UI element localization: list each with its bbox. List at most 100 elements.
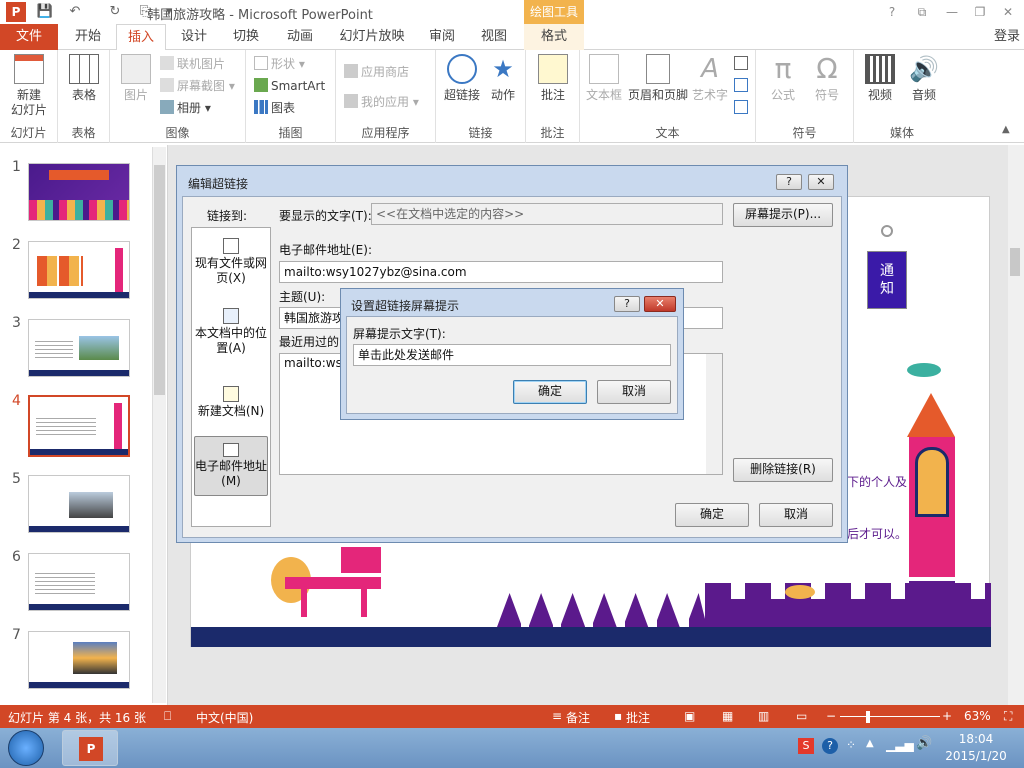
smartart-button[interactable]: SmartArt [254,76,325,96]
zoom-in-icon[interactable]: + [942,709,952,723]
equation-button[interactable]: π 公式 [762,54,804,103]
minimize-icon[interactable]: — [940,2,964,22]
thumbnail-slide-3[interactable] [28,319,130,377]
tray-volume-icon[interactable]: 🔊 [916,736,932,751]
chart-button[interactable]: 图表 [254,98,295,118]
tab-slideshow[interactable]: 幻灯片放映 [330,24,414,50]
header-footer-button[interactable]: 页眉和页脚 [626,54,690,103]
tab-home[interactable]: 开始 [64,24,112,50]
hyperlink-help-button[interactable]: ? [776,174,802,190]
wordart-button[interactable]: A 艺术字 [690,54,730,103]
tab-transitions[interactable]: 切换 [222,24,270,50]
slide-scrollbar[interactable] [1008,145,1024,705]
thumbnail-slide-5[interactable] [28,475,130,533]
zoom-slider[interactable] [840,716,940,717]
thumbnail-slide-1[interactable] [28,163,130,221]
tab-animations[interactable]: 动画 [276,24,324,50]
textbox-button[interactable]: 文本框 [582,54,626,103]
date-time-icon[interactable] [734,56,748,70]
tab-file[interactable]: 文件 [0,24,58,50]
online-pictures-button[interactable]: 联机图片 [160,54,225,74]
zoom-slider-thumb[interactable] [866,711,870,723]
screenshot-button[interactable]: 屏幕截图 ▾ [160,76,235,96]
recent-list-scrollbar[interactable] [706,354,722,474]
audio-button[interactable]: 🔊 音频 [902,54,946,103]
screentip-ok-button[interactable]: 确定 [513,380,587,404]
zoom-level[interactable]: 63% [964,709,991,723]
nav-new-document[interactable]: 新建文档(N) [192,386,270,419]
picture-button[interactable]: 图片 [116,54,156,103]
comments-icon[interactable]: ▪ [614,709,622,723]
hyperlink-close-button[interactable]: ✕ [808,174,834,190]
notice-callout-shape[interactable]: 通 知 [867,251,907,309]
thumbnail-slide-4[interactable] [28,395,130,457]
tab-view[interactable]: 视图 [470,24,518,50]
nav-existing-file[interactable]: 现有文件或网页(X) [192,238,270,286]
tray-sogou-icon[interactable]: S [798,738,814,754]
object-icon[interactable] [734,100,748,114]
taskbar-date[interactable]: 2015/1/20 [938,749,1014,763]
slide-scroll-thumb[interactable] [1010,248,1020,276]
hyperlink-button[interactable]: 超链接 [440,54,484,103]
symbol-button[interactable]: Ω 符号 [806,54,848,103]
tab-format[interactable]: 格式 [524,24,584,50]
tab-design[interactable]: 设计 [170,24,218,50]
nav-email-address[interactable]: 电子邮件地址(M) [194,436,268,496]
remove-link-button[interactable]: 删除链接(R) [733,458,833,482]
screentip-text-input[interactable]: 单击此处发送邮件 [353,344,671,366]
restore-icon[interactable]: ❐ [968,2,992,22]
screentip-button[interactable]: 屏幕提示(P)... [733,203,833,227]
notes-icon[interactable]: ≡ [552,709,562,723]
screentip-cancel-button[interactable]: 取消 [597,380,671,404]
windows-start-icon[interactable] [8,730,44,766]
close-icon[interactable]: ✕ [996,2,1020,22]
notes-button[interactable]: 备注 [566,709,590,726]
new-slide-button[interactable]: 新建 幻灯片 [4,54,54,118]
tray-network-icon[interactable]: ▁▃▅ [886,738,914,752]
taskbar-powerpoint-icon[interactable]: P [62,730,118,766]
spellcheck-icon[interactable]: ⎕ [164,709,171,724]
zoom-out-icon[interactable]: − [826,709,836,723]
thumbnail-slide-2[interactable] [28,241,130,299]
comment-button[interactable]: 批注 [532,54,574,103]
tray-expand-icon[interactable]: ▲ [866,738,874,749]
slideshow-icon[interactable]: ▭ [796,709,807,723]
help-icon[interactable]: ? [880,2,904,22]
nav-place-in-document[interactable]: 本文档中的位置(A) [192,308,270,356]
thumbnail-slide-6[interactable] [28,553,130,611]
taskbar-time[interactable]: 18:04 [946,732,1006,746]
display-text-input[interactable]: <<在文档中选定的内容>> [371,203,723,225]
thumbnails-scroll-thumb[interactable] [154,165,165,395]
store-button[interactable]: 应用商店 [344,62,409,82]
email-address-input[interactable]: mailto:wsy1027ybz@sina.com [279,261,723,283]
language-status[interactable]: 中文(中国) [196,709,253,726]
tray-help-icon[interactable]: ? [822,738,838,754]
my-apps-button[interactable]: 我的应用 ▾ [344,92,419,112]
thumbnail-slide-7[interactable] [28,631,130,689]
normal-view-icon[interactable]: ▣ [684,709,695,723]
album-button[interactable]: 相册 ▾ [160,98,211,118]
collapse-ribbon-icon[interactable]: ▲ [1002,124,1016,138]
reading-view-icon[interactable]: ▥ [758,709,769,723]
fish-illustration [785,585,815,599]
hyperlink-cancel-button[interactable]: 取消 [759,503,833,527]
rotate-handle-icon[interactable] [881,225,893,237]
tab-review[interactable]: 审阅 [418,24,466,50]
fit-slide-icon[interactable]: ⛶ [1004,709,1012,724]
group-apps: 应用商店 我的应用 ▾ 应用程序 [336,50,436,143]
tab-insert[interactable]: 插入 [116,24,166,51]
shapes-button[interactable]: 形状 ▾ [254,54,305,74]
tray-dots-icon[interactable]: ⁘ [846,738,856,752]
thumbnails-scrollbar[interactable] [152,147,166,703]
screentip-help-button[interactable]: ? [614,296,640,312]
slide-sorter-icon[interactable]: ▦ [722,709,733,723]
signin-link[interactable]: 登录 [990,24,1024,50]
screentip-close-button[interactable]: ✕ [644,296,676,312]
ribbon-display-icon[interactable]: ⧉ [910,2,934,22]
table-button[interactable]: 表格 [64,54,104,103]
video-button[interactable]: 视频 [858,54,902,103]
comments-button[interactable]: 批注 [626,709,650,726]
action-button[interactable]: ★ 动作 [484,54,522,103]
slide-number-icon[interactable] [734,78,748,92]
hyperlink-ok-button[interactable]: 确定 [675,503,749,527]
